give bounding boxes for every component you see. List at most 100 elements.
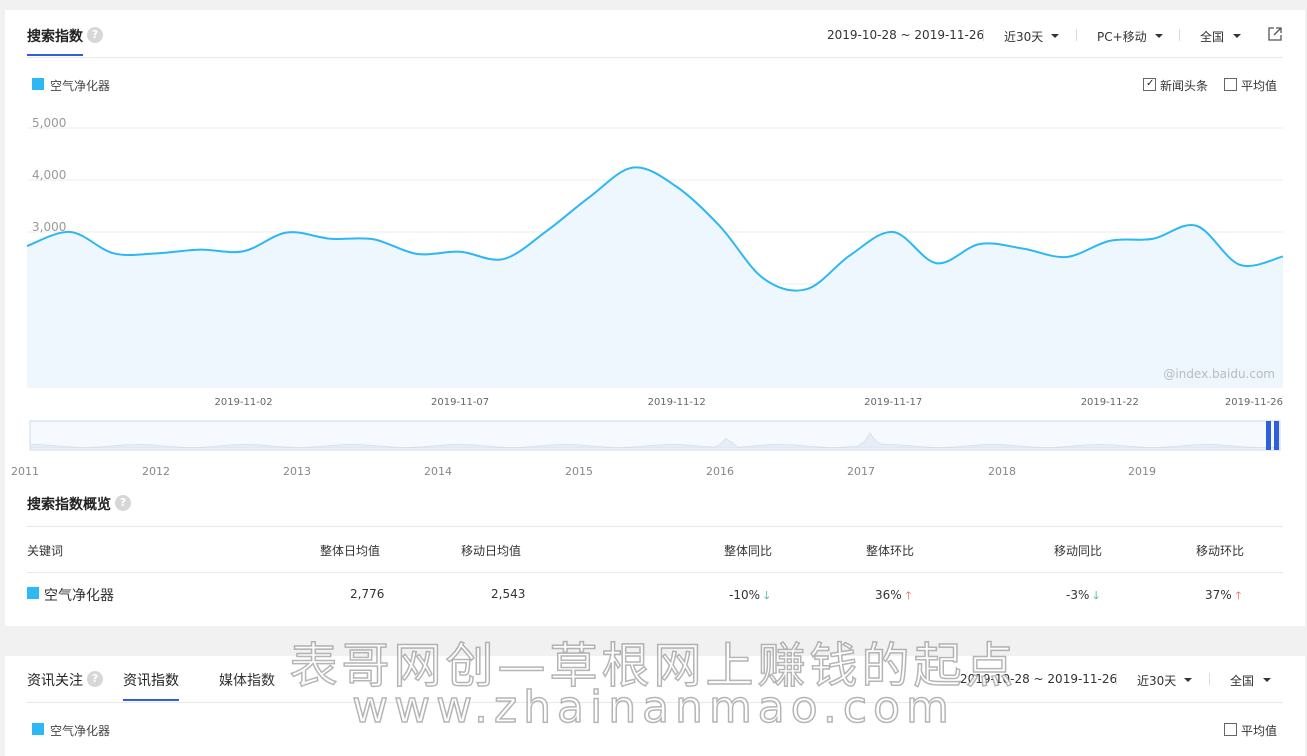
data-point xyxy=(500,256,506,262)
data-point xyxy=(241,248,247,254)
keyword-cell: 空气净化器 xyxy=(44,588,114,604)
tab-news-index[interactable]: 资讯指数 xyxy=(123,670,179,690)
y-tick-label: 4,000 xyxy=(32,168,66,182)
data-point xyxy=(674,184,680,190)
col-header-overall-mom: 整体环比 xyxy=(866,544,915,558)
news-section-title: 资讯关注 xyxy=(27,673,83,689)
table-row-divider xyxy=(27,572,1283,573)
chevron-down-icon[interactable] xyxy=(1263,678,1271,682)
tab-underline xyxy=(123,699,179,701)
overview-year-label: 2016 xyxy=(706,465,734,478)
chevron-down-icon[interactable] xyxy=(1184,678,1192,682)
divider xyxy=(1076,29,1077,41)
overview-year-label: 2014 xyxy=(424,465,452,478)
chevron-down-icon[interactable] xyxy=(1051,34,1059,38)
chevron-down-icon[interactable] xyxy=(1233,34,1241,38)
series-area xyxy=(27,167,1283,388)
question-mark-icon[interactable]: ? xyxy=(87,27,103,43)
arrow-up-icon: 🡑 xyxy=(905,589,912,602)
col-header-mobile-avg: 移动日均值 xyxy=(461,544,522,558)
data-point xyxy=(154,250,160,256)
col-header-keyword: 关键词 xyxy=(27,544,64,558)
date-range-picker[interactable]: 2019-10-28 ~ 2019-11-26 xyxy=(960,672,1117,686)
data-point xyxy=(1280,253,1286,259)
x-tick-label: 2019-11-26 xyxy=(1225,397,1283,408)
date-range-picker[interactable]: 2019-10-28 ~ 2019-11-26 xyxy=(827,28,984,42)
external-link-icon[interactable] xyxy=(1268,27,1282,41)
legend-label: 空气净化器 xyxy=(50,724,111,738)
region-select[interactable]: 全国 xyxy=(1230,672,1254,689)
data-point xyxy=(370,236,376,242)
data-point xyxy=(977,241,983,247)
period-select[interactable]: 近30天 xyxy=(1137,672,1176,689)
overview-year-label: 2015 xyxy=(565,465,593,478)
data-point xyxy=(24,243,30,249)
chart-watermark: @index.baidu.com xyxy=(1163,367,1275,381)
device-select[interactable]: PC+移动 xyxy=(1097,28,1147,45)
legend-swatch xyxy=(32,723,44,735)
data-point xyxy=(630,165,636,171)
legend-swatch xyxy=(32,78,44,90)
col-header-mobile-yoy: 移动同比 xyxy=(1054,544,1103,558)
average-checkbox[interactable] xyxy=(1224,723,1237,736)
data-point xyxy=(284,230,290,236)
data-point xyxy=(760,275,766,281)
arrow-down-icon: 🡓 xyxy=(763,589,770,602)
divider xyxy=(983,29,984,41)
x-tick-label: 2019-11-17 xyxy=(864,397,922,408)
data-point xyxy=(1020,246,1026,252)
timeline-overview[interactable]: 2011 2012 2013 2014 2015 2016 2017 2018 2019 xyxy=(5,418,1305,478)
data-point xyxy=(890,229,896,235)
col-header-mobile-mom: 移动环比 xyxy=(1196,544,1245,558)
legend-label: 空气净化器 xyxy=(50,79,111,93)
tab-media-index[interactable]: 媒体指数 xyxy=(219,670,275,690)
news-attention-card: 资讯关注 ? 资讯指数 媒体指数 2019-10-28 ~ 2019-11-26… xyxy=(5,656,1305,756)
overall-avg-cell: 2,776 xyxy=(350,587,385,601)
period-select[interactable]: 近30天 xyxy=(1004,28,1043,45)
search-index-card: 搜索指数 ? 2019-10-28 ~ 2019-11-26 近30天 PC+移… xyxy=(5,10,1305,626)
keyword-swatch xyxy=(27,587,39,599)
average-checkbox-label[interactable]: 平均值 xyxy=(1241,722,1277,739)
search-index-chart[interactable]: 5,0004,0003,0002,0001,0002019-11-022019-… xyxy=(5,110,1305,415)
range-handle-left[interactable] xyxy=(1266,421,1271,450)
news-checkbox-label[interactable]: 新闻头条 xyxy=(1160,77,1208,94)
question-mark-icon[interactable]: ? xyxy=(87,671,103,687)
data-point xyxy=(1193,223,1199,229)
title-underline xyxy=(27,54,83,56)
overview-year-label: 2018 xyxy=(988,465,1016,478)
data-point xyxy=(847,252,853,258)
mobile-yoy-cell: -3% xyxy=(1066,588,1090,602)
x-tick-label: 2019-11-02 xyxy=(214,397,272,408)
question-mark-icon[interactable]: ? xyxy=(115,495,131,511)
check-icon: ✓ xyxy=(1146,78,1155,89)
overview-year-label: 2012 xyxy=(142,465,170,478)
mobile-avg-cell: 2,543 xyxy=(491,587,526,601)
range-handle-right[interactable] xyxy=(1274,421,1279,450)
average-checkbox-label[interactable]: 平均值 xyxy=(1241,77,1277,94)
data-point xyxy=(457,249,463,255)
data-point xyxy=(717,223,723,229)
overall-mom-cell: 36% xyxy=(875,588,902,602)
divider xyxy=(1116,673,1117,685)
divider xyxy=(1209,673,1210,685)
news-checkbox[interactable]: ✓ xyxy=(1143,78,1156,91)
chevron-down-icon[interactable] xyxy=(1155,34,1163,38)
region-select[interactable]: 全国 xyxy=(1200,28,1224,45)
summary-title: 搜索指数概览 xyxy=(27,497,111,513)
header-divider xyxy=(27,57,1283,58)
data-point xyxy=(1237,262,1243,268)
x-tick-label: 2019-11-12 xyxy=(648,397,706,408)
arrow-down-icon: 🡓 xyxy=(1093,589,1099,602)
overall-yoy-cell: -10% xyxy=(729,588,761,602)
data-point xyxy=(197,247,203,253)
section-title: 搜索指数 xyxy=(27,29,83,45)
data-point xyxy=(544,228,550,234)
overview-year-label: 2011 xyxy=(11,465,39,478)
summary-divider xyxy=(27,526,1283,527)
average-checkbox[interactable] xyxy=(1224,78,1237,91)
overview-year-label: 2019 xyxy=(1128,465,1156,478)
col-header-overall-yoy: 整体同比 xyxy=(724,544,773,558)
data-point xyxy=(111,250,117,256)
data-point xyxy=(414,251,420,257)
data-point xyxy=(804,286,810,292)
